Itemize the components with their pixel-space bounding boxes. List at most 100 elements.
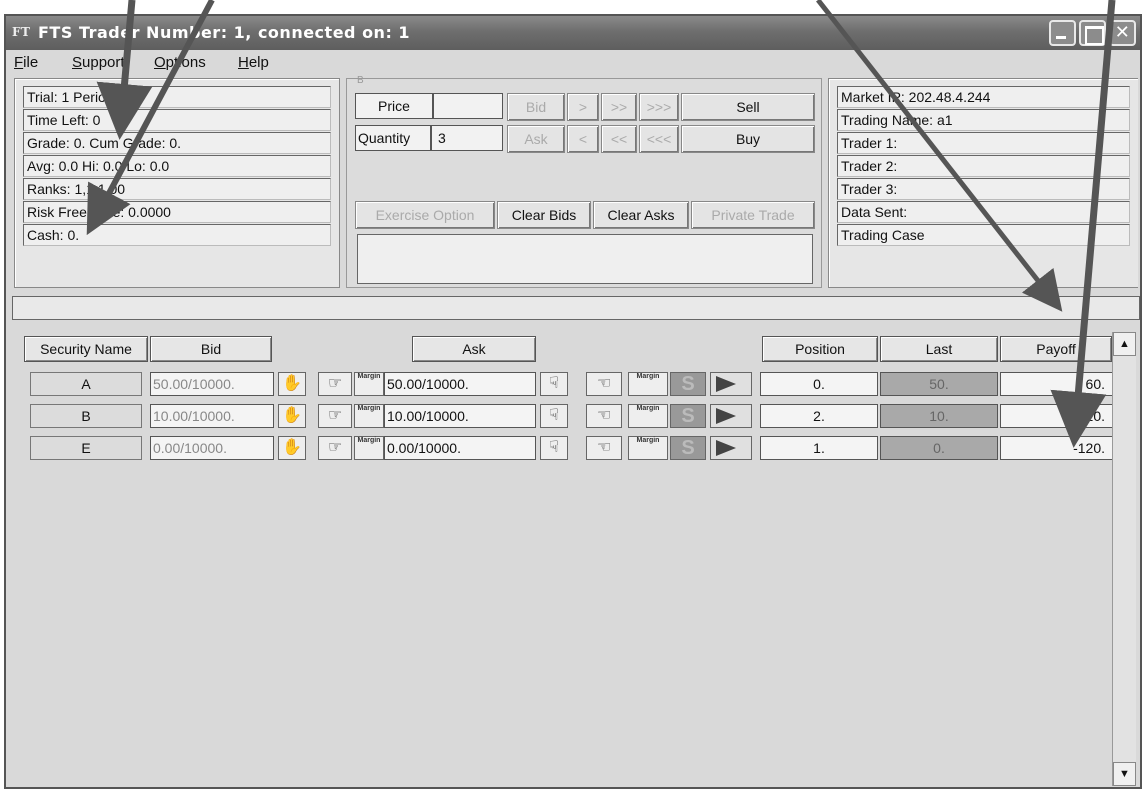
menu-support[interactable]: Support: [72, 54, 125, 71]
menu-options[interactable]: Options: [154, 54, 206, 71]
price-label: Price: [355, 93, 433, 119]
ranks-field: Ranks: 1,1,1.00: [23, 178, 331, 200]
bid-cell[interactable]: 50.00/10000.: [150, 372, 274, 396]
menu-file-rest: ile: [23, 54, 39, 71]
fts-trader-window: FT FTS Trader Number: 1, connected on: 1…: [4, 14, 1142, 789]
scroll-up-icon[interactable]: ▲: [1113, 332, 1136, 356]
header-position[interactable]: Position: [762, 336, 878, 362]
ask-button[interactable]: Ask: [507, 125, 565, 153]
bid-up-1-button[interactable]: >: [567, 93, 599, 121]
buy-button[interactable]: Buy: [681, 125, 815, 153]
send-order-icon[interactable]: [710, 372, 752, 396]
order-message-area[interactable]: [357, 234, 813, 284]
scroll-down-icon[interactable]: ▼: [1113, 762, 1136, 786]
raise-hand-bid-icon[interactable]: ✋: [278, 372, 306, 396]
title-bar[interactable]: FT FTS Trader Number: 1, connected on: 1…: [6, 16, 1140, 50]
margin-ask-icon[interactable]: Margin: [628, 372, 668, 396]
sell-short-icon[interactable]: S: [670, 372, 706, 396]
menu-bar: File Support Options Help: [6, 50, 1140, 76]
margin-ask-icon[interactable]: Margin: [628, 404, 668, 428]
position-cell: 0.: [760, 372, 878, 396]
message-bar: [12, 296, 1140, 320]
clear-asks-button[interactable]: Clear Asks: [593, 201, 689, 229]
ask-cell[interactable]: 50.00/10000.: [384, 372, 536, 396]
point-left-ask-icon[interactable]: ☜: [586, 372, 622, 396]
point-right-bid-icon[interactable]: ☞: [318, 404, 352, 428]
security-name-cell[interactable]: E: [30, 436, 142, 460]
sell-short-icon[interactable]: S: [670, 436, 706, 460]
ask-down-3-button[interactable]: <<<: [639, 125, 679, 153]
bid-cell[interactable]: 10.00/10000.: [150, 404, 274, 428]
payoff-cell: 20.: [1000, 404, 1114, 428]
margin-bid-icon[interactable]: Margin: [354, 372, 384, 396]
quantity-label: Quantity: [355, 125, 431, 151]
trader-status-panel: Trial: 1 Period: 1 Time Left: 0 Grade: 0…: [14, 78, 340, 288]
last-price-cell: 50.: [880, 372, 998, 396]
sell-short-icon[interactable]: S: [670, 404, 706, 428]
security-name-cell[interactable]: A: [30, 372, 142, 396]
thumb-down-ask-icon[interactable]: ☟: [540, 404, 568, 428]
thumb-down-ask-icon[interactable]: ☟: [540, 372, 568, 396]
exercise-option-button[interactable]: Exercise Option: [355, 201, 495, 229]
securities-table: Security Name Bid Ask Position Last Payo…: [12, 326, 1116, 786]
last-price-cell: 10.: [880, 404, 998, 428]
thumb-down-ask-icon[interactable]: ☟: [540, 436, 568, 460]
header-bid[interactable]: Bid: [150, 336, 272, 362]
trial-period-field: Trial: 1 Period: 1: [23, 86, 331, 108]
trading-name-field: Trading Name: a1: [837, 109, 1130, 131]
margin-bid-icon[interactable]: Margin: [354, 404, 384, 428]
clear-bids-button[interactable]: Clear Bids: [497, 201, 591, 229]
order-group-label: B: [357, 75, 364, 86]
trader-1-field: Trader 1:: [837, 132, 1130, 154]
position-cell: 1.: [760, 436, 878, 460]
raise-hand-bid-icon[interactable]: ✋: [278, 436, 306, 460]
trader-3-field: Trader 3:: [837, 178, 1130, 200]
menu-help[interactable]: Help: [238, 54, 269, 71]
menu-file[interactable]: File: [14, 54, 38, 71]
price-input[interactable]: [433, 93, 503, 119]
margin-ask-icon[interactable]: Margin: [628, 436, 668, 460]
grade-field: Grade: 0. Cum Grade: 0.: [23, 132, 331, 154]
header-security-name[interactable]: Security Name: [24, 336, 148, 362]
sell-button[interactable]: Sell: [681, 93, 815, 121]
point-right-bid-icon[interactable]: ☞: [318, 436, 352, 460]
margin-bid-icon[interactable]: Margin: [354, 436, 384, 460]
header-ask[interactable]: Ask: [412, 336, 536, 362]
header-last[interactable]: Last: [880, 336, 998, 362]
bid-cell[interactable]: 0.00/10000.: [150, 436, 274, 460]
payoff-cell: -120.: [1000, 436, 1114, 460]
connection-info-panel: Market IP: 202.48.4.244 Trading Name: a1…: [828, 78, 1138, 288]
last-price-cell: 0.: [880, 436, 998, 460]
maximize-button[interactable]: [1079, 20, 1106, 46]
menu-options-rest: ptions: [165, 54, 206, 71]
payoff-cell: 60.: [1000, 372, 1114, 396]
vertical-scrollbar[interactable]: ▲ ▼: [1112, 332, 1136, 786]
app-icon: FT: [12, 25, 31, 39]
close-button[interactable]: ✕: [1109, 20, 1136, 46]
order-entry-panel: B Price Quantity 3 Bid > >> >>> Sell Ask…: [346, 75, 822, 288]
menu-help-rest: elp: [248, 54, 269, 71]
point-left-ask-icon[interactable]: ☜: [586, 436, 622, 460]
header-payoff[interactable]: Payoff: [1000, 336, 1112, 362]
ask-cell[interactable]: 0.00/10000.: [384, 436, 536, 460]
raise-hand-bid-icon[interactable]: ✋: [278, 404, 306, 428]
ask-down-2-button[interactable]: <<: [601, 125, 637, 153]
trading-case-field: Trading Case: [837, 224, 1130, 246]
bid-up-2-button[interactable]: >>: [601, 93, 637, 121]
bid-up-3-button[interactable]: >>>: [639, 93, 679, 121]
time-left-field: Time Left: 0: [23, 109, 331, 131]
point-right-bid-icon[interactable]: ☞: [318, 372, 352, 396]
menu-support-rest: upport: [82, 54, 125, 71]
ask-cell[interactable]: 10.00/10000.: [384, 404, 536, 428]
ask-down-1-button[interactable]: <: [567, 125, 599, 153]
quantity-input[interactable]: 3: [431, 125, 503, 151]
private-trade-button[interactable]: Private Trade: [691, 201, 815, 229]
security-name-cell[interactable]: B: [30, 404, 142, 428]
send-order-icon[interactable]: [710, 436, 752, 460]
trader-2-field: Trader 2:: [837, 155, 1130, 177]
minimize-button[interactable]: [1049, 20, 1076, 46]
data-sent-field: Data Sent:: [837, 201, 1130, 223]
point-left-ask-icon[interactable]: ☜: [586, 404, 622, 428]
send-order-icon[interactable]: [710, 404, 752, 428]
bid-button[interactable]: Bid: [507, 93, 565, 121]
